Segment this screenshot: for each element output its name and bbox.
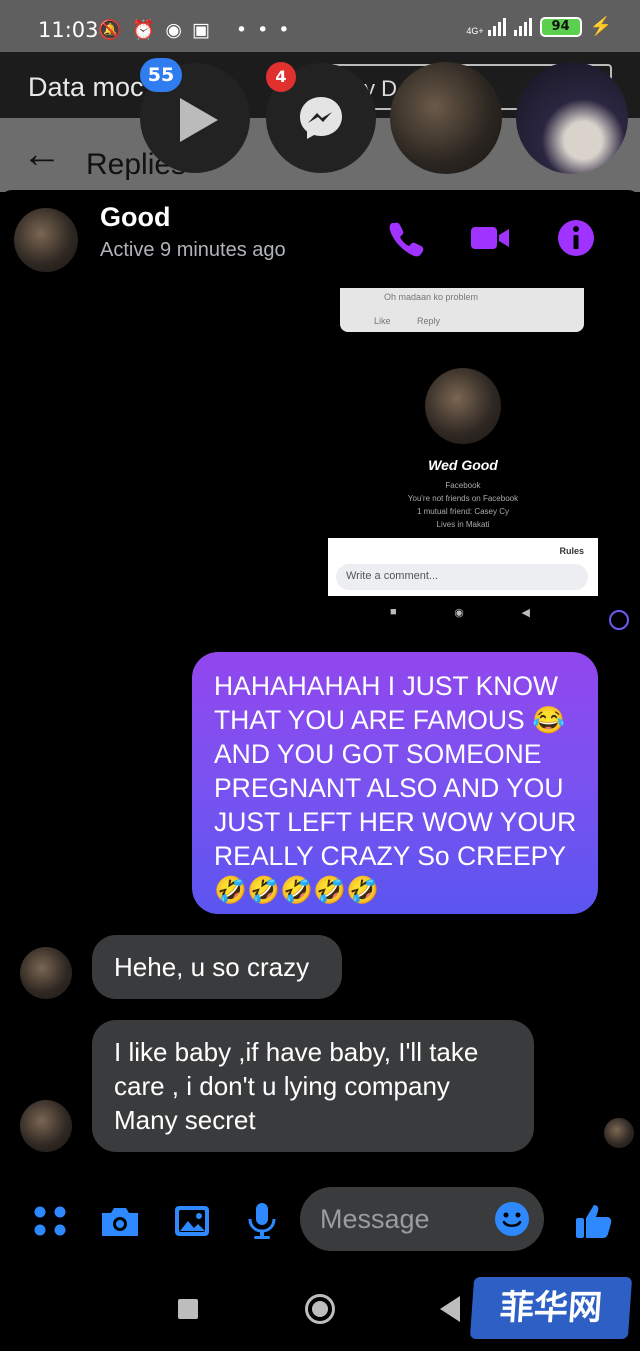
home-button[interactable] [305,1294,335,1324]
video-camera-icon[interactable] [470,218,510,258]
sent-status-icon [609,610,629,630]
attachment-friends-line: You're not friends on Facebook [407,494,519,503]
attachment-profile-avatar [425,368,501,444]
gallery-icon[interactable] [170,1199,214,1243]
message-composer: Message [0,1183,640,1263]
attachment-comment-text: Oh madaan ko problem [384,292,479,302]
status-bar: 11:03 🔕⏰◉▣ ••• 4G+ 94 ⚡ [0,0,640,52]
attachment-comment-card[interactable]: Oh madaan ko problem Like Reply [340,288,584,332]
contact-avatar[interactable] [14,208,78,272]
camera-icon[interactable] [98,1199,142,1243]
messenger-icon [300,97,342,139]
video-unread-badge: 55 [140,58,182,92]
attachment-recent-icon: ■ [390,606,397,618]
network-type-label: 4G+ [466,25,484,36]
attachment-rules-label: Rules [559,546,584,556]
info-icon[interactable] [556,218,596,258]
status-right-cluster: 4G+ 94 ⚡ [466,16,612,37]
back-arrow-icon[interactable]: ← [22,132,62,177]
attachment-profile-details: Facebook You're not friends on Facebook … [328,479,598,531]
like-icon[interactable] [572,1199,616,1243]
back-button[interactable] [440,1296,460,1322]
attachment-comment-actions: Like Reply [374,316,441,326]
attachment-lives-line: Lives in Makati [436,520,490,529]
chat-head-contact-1[interactable] [390,62,502,174]
active-status: Active 9 minutes ago [100,239,286,261]
attachment-mutual-line: 1 mutual friend: Casey Cy [416,507,510,516]
cell-signal-icon-2 [513,17,532,36]
attachment-home-icon: ◉ [454,607,464,619]
attachment-back-icon: ◀ [521,607,530,619]
attachment-nav-bar: ■ ◉ ◀ [390,606,530,620]
messenger-unread-badge: 4 [266,62,296,92]
message-input[interactable]: Message [300,1187,544,1251]
chat-head-contact-2[interactable] [516,62,628,174]
sender-avatar[interactable] [20,1100,72,1152]
microphone-icon[interactable] [240,1199,284,1243]
attachment-comment-input: Write a comment... [336,564,588,590]
outgoing-message-bubble[interactable]: HAHAHAHAH I JUST KNOW THAT YOU ARE FAMOU… [192,652,598,914]
charging-icon: ⚡ [589,16,612,36]
messenger-chat-panel: Good Active 9 minutes ago Oh madaan ko p… [0,190,640,1270]
attachment-comment-box: Rules Write a comment... [328,538,598,596]
data-mode-label: Data moc [28,72,144,102]
attachment-platform: Facebook [445,481,481,490]
apps-icon[interactable] [28,1199,72,1243]
recent-apps-button[interactable] [178,1299,198,1319]
message-placeholder: Message [320,1204,430,1234]
battery-icon: 94 [539,16,582,37]
chat-header: Good Active 9 minutes ago [0,190,640,286]
contact-name[interactable]: Good [100,202,170,233]
sender-avatar[interactable] [20,947,72,999]
play-icon [180,98,218,142]
status-notification-icons: 🔕⏰◉▣ ••• [98,19,300,41]
watermark-logo: 菲华网 [469,1277,633,1339]
emoji-icon[interactable] [494,1201,530,1237]
phone-icon[interactable] [386,218,426,258]
read-receipt-avatar [604,1118,634,1148]
attachment-profile-name: Wed Good [428,457,498,473]
status-time: 11:03 [38,18,99,42]
incoming-message-bubble[interactable]: Hehe, u so crazy [92,935,342,999]
incoming-message-bubble[interactable]: I like baby ,if have baby, I'll take car… [92,1020,534,1152]
cell-signal-icon: 4G+ [466,17,506,36]
